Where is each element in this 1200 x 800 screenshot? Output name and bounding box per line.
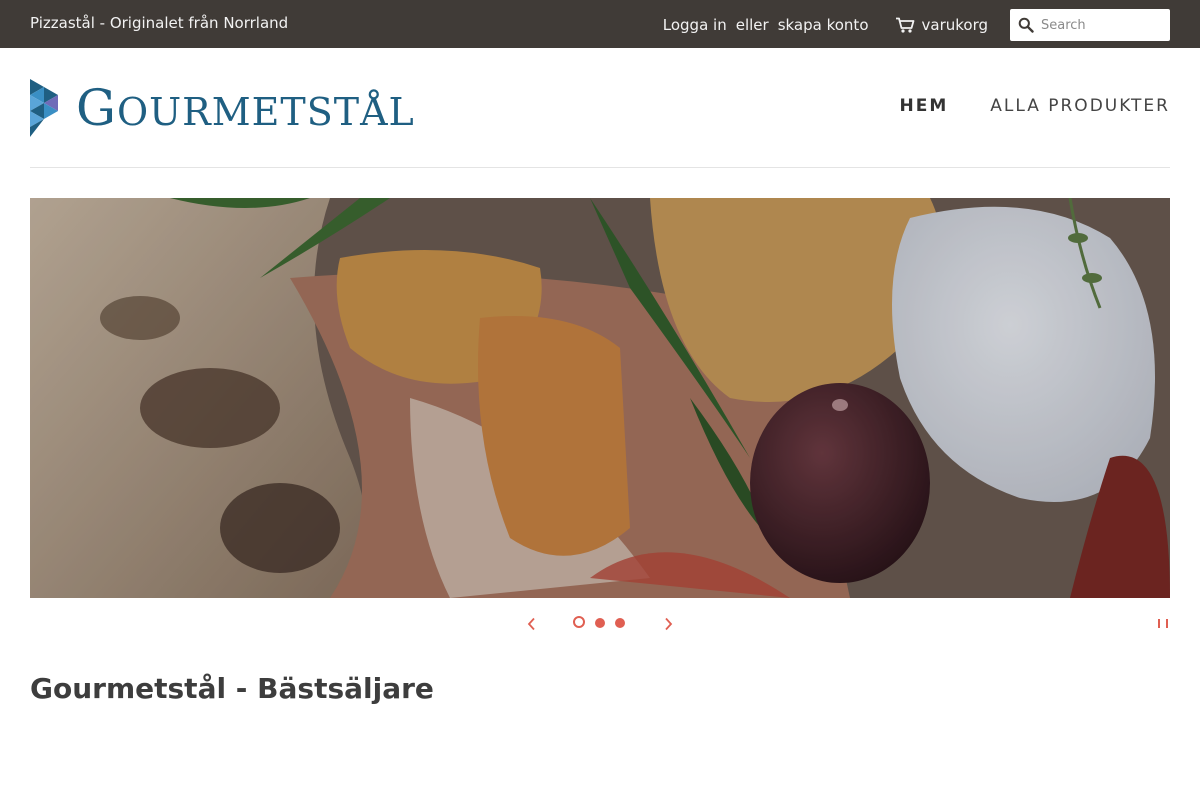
- site-header: GOURMETSTÅL HEM ALLA PRODUKTER: [30, 48, 1170, 168]
- account-separator: eller: [735, 16, 769, 34]
- hero-slideshow[interactable]: [30, 198, 1170, 598]
- hero-slide-image: [30, 198, 1170, 598]
- pause-icon[interactable]: [1158, 619, 1168, 631]
- slide-dot-3[interactable]: [615, 617, 625, 628]
- pause-bar-left: [1158, 619, 1160, 628]
- chevron-right-icon[interactable]: [658, 614, 678, 634]
- slide-dot-2[interactable]: [595, 617, 605, 628]
- register-link[interactable]: skapa konto: [778, 16, 869, 34]
- account-links: Logga in eller skapa konto: [663, 16, 869, 34]
- slide-dot-1[interactable]: [573, 616, 585, 628]
- main-nav: HEM ALLA PRODUKTER: [899, 96, 1170, 116]
- cart-icon: [895, 17, 915, 33]
- logo-mark-icon: [30, 79, 60, 137]
- logo-text-rest: OURMETSTÅL: [116, 90, 415, 134]
- logo-text: GOURMETSTÅL: [76, 83, 415, 133]
- search-input[interactable]: [1041, 17, 1153, 33]
- cart-label: varukorg: [921, 16, 989, 34]
- chevron-left-icon[interactable]: [522, 614, 542, 634]
- nav-item-home[interactable]: HEM: [899, 96, 948, 116]
- section-title: Gourmetstål - Bästsäljare: [30, 672, 434, 705]
- search-form: [1010, 9, 1170, 41]
- slideshow-controls: [30, 608, 1170, 640]
- search-icon[interactable]: [1018, 17, 1034, 33]
- logo-text-initial: G: [76, 79, 117, 137]
- nav-item-all-products[interactable]: ALLA PRODUKTER: [990, 96, 1170, 116]
- slide-dots: [573, 616, 635, 628]
- pause-bar-right: [1166, 619, 1168, 628]
- site-logo[interactable]: GOURMETSTÅL: [30, 78, 415, 138]
- announcement-text: Pizzastål - Originalet från Norrland: [30, 14, 289, 32]
- top-right-links: Logga in eller skapa konto varukorg: [663, 9, 1170, 41]
- announcement-bar: Pizzastål - Originalet från Norrland Log…: [0, 0, 1200, 48]
- cart-link[interactable]: varukorg: [895, 16, 989, 34]
- login-link[interactable]: Logga in: [663, 16, 727, 34]
